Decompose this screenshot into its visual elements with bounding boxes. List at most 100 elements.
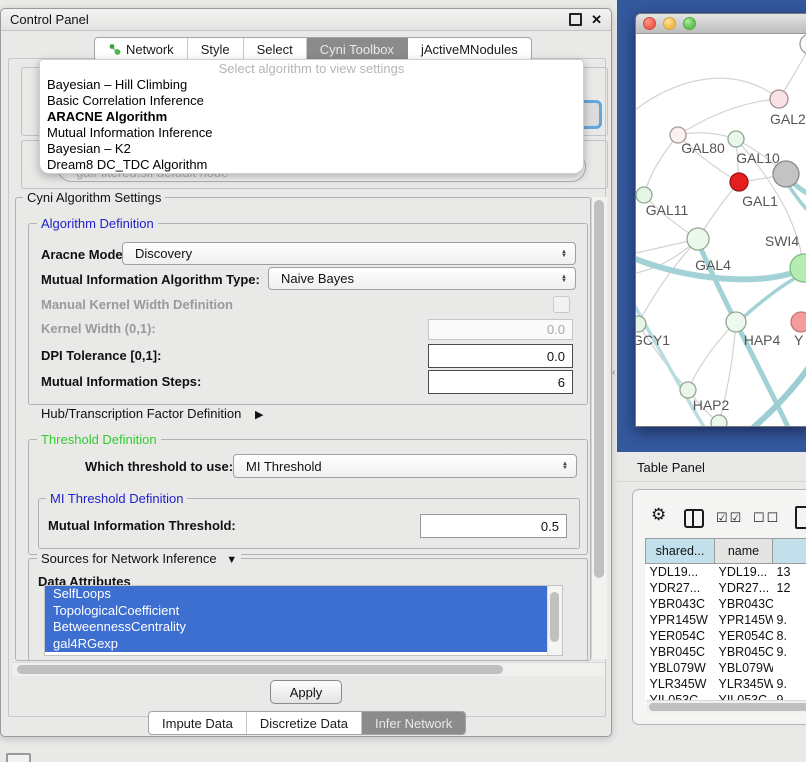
- sources-group-label[interactable]: Sources for Network Inference ▼: [37, 552, 241, 567]
- tab-bar: NetworkStyleSelectCyni ToolboxjActiveMNo…: [94, 37, 532, 61]
- mi-threshold-input[interactable]: 0.5: [420, 514, 567, 538]
- tab-impute-data[interactable]: Impute Data: [149, 712, 247, 734]
- data-attribute-item[interactable]: SelfLoops: [45, 586, 547, 603]
- table-row[interactable]: YER054CYER054C8.: [646, 628, 806, 644]
- table-row[interactable]: YPR145WYPR145W9.: [646, 612, 806, 628]
- tab-discretize-data[interactable]: Discretize Data: [247, 712, 362, 734]
- hub-definition-toggle[interactable]: Hub/Transcription Factor Definition ▶: [41, 406, 263, 421]
- settings-horizontal-scrollbar[interactable]: [13, 662, 605, 676]
- expanded-arrow-icon: ▼: [226, 554, 237, 566]
- algorithm-option[interactable]: Bayesian – Hill Climbing: [40, 77, 583, 93]
- network-node[interactable]: [687, 228, 709, 250]
- algorithm-option[interactable]: Mutual Information Inference: [40, 125, 583, 141]
- cyni-settings-group-label: Cyni Algorithm Settings: [23, 191, 165, 204]
- gear-icon[interactable]: ⚙: [651, 505, 666, 525]
- columns-icon[interactable]: [684, 509, 704, 528]
- algorithm-option[interactable]: ARACNE Algorithm: [40, 109, 583, 125]
- network-node[interactable]: [800, 34, 806, 54]
- network-node-label: GAL2: [770, 111, 806, 127]
- table-row[interactable]: YBR045CYBR045C9.: [646, 644, 806, 660]
- aracne-mode-combo[interactable]: Discovery ▲▼: [122, 242, 576, 265]
- list-scrollbar-thumb[interactable]: [550, 592, 559, 642]
- apply-button[interactable]: Apply: [270, 680, 342, 704]
- tab-infer-network[interactable]: Infer Network: [362, 712, 465, 734]
- network-node[interactable]: [730, 173, 748, 191]
- manual-kernel-checkbox[interactable]: [553, 296, 570, 313]
- table-column-header[interactable]: [773, 539, 806, 564]
- network-node-label: GAL11: [646, 202, 689, 218]
- network-node-label: GAL10: [736, 150, 780, 166]
- network-node-label: Y: [794, 332, 804, 348]
- network-node-label: HAP4: [744, 332, 781, 348]
- settings-vertical-scrollbar-thumb[interactable]: [594, 200, 604, 578]
- algorithm-popup-placeholder: Select algorithm to view settings: [40, 60, 583, 77]
- network-window-titlebar: [636, 14, 806, 34]
- network-canvas[interactable]: GAL2GAL80GAL10GAL1GAL11SWI4GAL4GCY1HAP4Y…: [636, 34, 806, 427]
- table-column-header[interactable]: name: [715, 539, 773, 564]
- tab-select[interactable]: Select: [244, 38, 307, 60]
- settings-horizontal-scrollbar-thumb[interactable]: [17, 665, 503, 674]
- kernel-width-label: Kernel Width (0,1):: [41, 321, 156, 336]
- algorithm-option[interactable]: Dream8 DC_TDC Algorithm: [40, 157, 583, 173]
- mi-type-combo[interactable]: Naive Bayes ▲▼: [268, 267, 576, 290]
- minimize-traffic-light[interactable]: [663, 17, 676, 30]
- algorithm-popup: Select algorithm to view settings Bayesi…: [39, 59, 584, 174]
- tab-cyni-toolbox[interactable]: Cyni Toolbox: [307, 38, 408, 60]
- network-node[interactable]: [680, 382, 696, 398]
- network-node[interactable]: [636, 316, 646, 332]
- algorithm-definition-label: Algorithm Definition: [37, 217, 158, 230]
- table-row[interactable]: YBR043CYBR043C: [646, 596, 806, 612]
- tab-network[interactable]: Network: [95, 38, 188, 60]
- table-panel-title: Table Panel: [637, 460, 705, 475]
- table-panel-window: ⚙ ☑☑ ☐☐ shared...name YDL19...YDL19...13…: [632, 489, 806, 725]
- panel-resize-handle[interactable]: ‹: [612, 367, 615, 378]
- float-window-icon[interactable]: [569, 13, 582, 26]
- table-row[interactable]: YBL079WYBL079W: [646, 660, 806, 676]
- network-node[interactable]: [728, 131, 744, 147]
- network-node-label: GCY1: [636, 332, 670, 348]
- algorithm-option[interactable]: Basic Correlation Inference: [40, 93, 583, 109]
- app-root: ‹ Control Panel ✕ NetworkStyleSelectCyni…: [0, 0, 806, 762]
- data-attribute-item[interactable]: TopologicalCoefficient: [45, 603, 547, 620]
- zoom-traffic-light[interactable]: [683, 17, 696, 30]
- table-row[interactable]: YDL19...YDL19...13: [646, 564, 806, 581]
- network-node[interactable]: [711, 415, 727, 427]
- checked-boxes-icon[interactable]: ☑☑: [716, 510, 743, 526]
- data-attribute-item[interactable]: gal4RGexp: [45, 636, 547, 653]
- network-node-label: GAL80: [681, 140, 725, 156]
- close-icon[interactable]: ✕: [591, 15, 602, 25]
- list-scrollbar[interactable]: [547, 586, 562, 655]
- which-threshold-combo[interactable]: MI Threshold ▲▼: [233, 454, 577, 478]
- network-edge: [638, 239, 698, 324]
- network-tab-icon: [108, 43, 121, 56]
- kernel-width-input[interactable]: 0.0: [428, 319, 573, 340]
- settings-vertical-scrollbar[interactable]: [591, 197, 607, 659]
- network-view-window: GAL2GAL80GAL10GAL1GAL11SWI4GAL4GCY1HAP4Y…: [635, 13, 806, 427]
- unchecked-boxes-icon[interactable]: ☐☐: [753, 510, 780, 526]
- network-node[interactable]: [791, 312, 806, 332]
- mi-threshold-label: Mutual Information Threshold:: [48, 518, 236, 533]
- tab-style[interactable]: Style: [188, 38, 244, 60]
- network-node[interactable]: [726, 312, 746, 332]
- document-icon[interactable]: [795, 506, 806, 529]
- close-traffic-light[interactable]: [643, 17, 656, 30]
- table-horizontal-scrollbar-thumb[interactable]: [649, 703, 806, 711]
- dpi-tolerance-input[interactable]: 0.0: [428, 344, 573, 368]
- data-attribute-item[interactable]: BetweennessCentrality: [45, 619, 547, 636]
- node-table: shared...name YDL19...YDL19...13YDR27...…: [645, 538, 806, 708]
- algorithm-option[interactable]: Bayesian – K2: [40, 141, 583, 157]
- floating-panel-icon[interactable]: [6, 753, 31, 762]
- network-node-label: HAP2: [693, 397, 730, 413]
- network-node[interactable]: [770, 90, 788, 108]
- table-column-header[interactable]: shared...: [646, 539, 715, 564]
- network-node[interactable]: [636, 187, 652, 203]
- table-row[interactable]: YDR27...YDR27...12: [646, 580, 806, 596]
- tab-jactivemnodules[interactable]: jActiveMNodules: [408, 38, 531, 60]
- mi-steps-label: Mutual Information Steps:: [41, 374, 201, 389]
- table-row[interactable]: YLR345WYLR345W9.: [646, 676, 806, 692]
- data-attributes-list: SelfLoopsTopologicalCoefficientBetweenne…: [44, 585, 563, 656]
- collapsed-arrow-icon: ▶: [255, 409, 263, 421]
- network-node-label: GAL1: [742, 193, 778, 209]
- table-horizontal-scrollbar[interactable]: [646, 700, 806, 713]
- mi-steps-input[interactable]: 6: [428, 370, 573, 394]
